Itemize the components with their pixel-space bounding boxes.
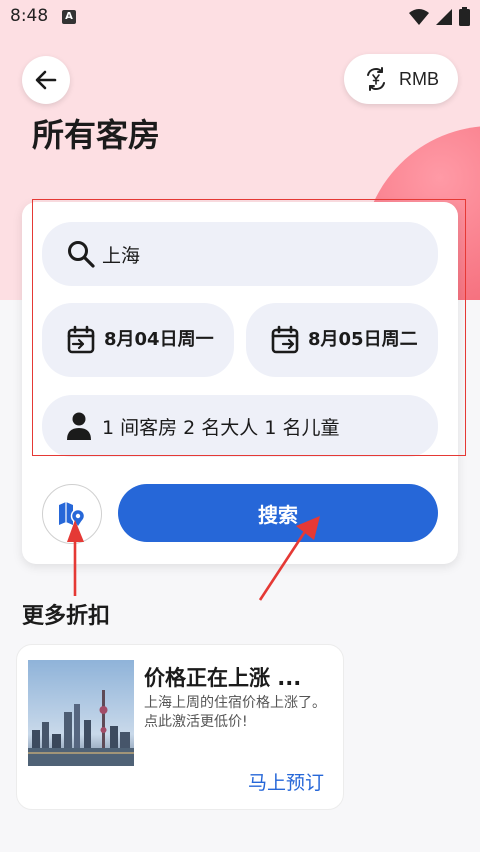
status-time: 8:48 [10, 6, 49, 26]
book-now-link[interactable]: 马上预订 [248, 768, 324, 795]
map-pin-icon [59, 502, 86, 526]
status-icons [409, 7, 470, 26]
currency-exchange-icon [367, 67, 385, 91]
deal-title: 价格正在上涨 ... [144, 666, 302, 690]
deal-description: 上海上周的住宿价格上涨了。点此激活更低价! [144, 695, 326, 730]
back-button[interactable] [22, 56, 70, 104]
deal-image-shanghai-skyline [28, 660, 134, 766]
back-arrow-icon [35, 70, 57, 90]
currency-button[interactable]: RMB [344, 54, 458, 104]
map-button[interactable] [42, 484, 102, 544]
currency-label: RMB [399, 68, 439, 89]
section-title: 更多折扣 [22, 604, 111, 629]
highlight-box [32, 199, 466, 456]
page-title: 所有客房 [32, 116, 161, 154]
status-bar: 8:48 A [0, 0, 480, 34]
battery-icon [459, 7, 470, 26]
notification-icon: A [62, 10, 76, 24]
wifi-icon [409, 8, 429, 25]
search-button[interactable]: 搜索 [118, 484, 438, 542]
signal-icon [436, 8, 452, 25]
